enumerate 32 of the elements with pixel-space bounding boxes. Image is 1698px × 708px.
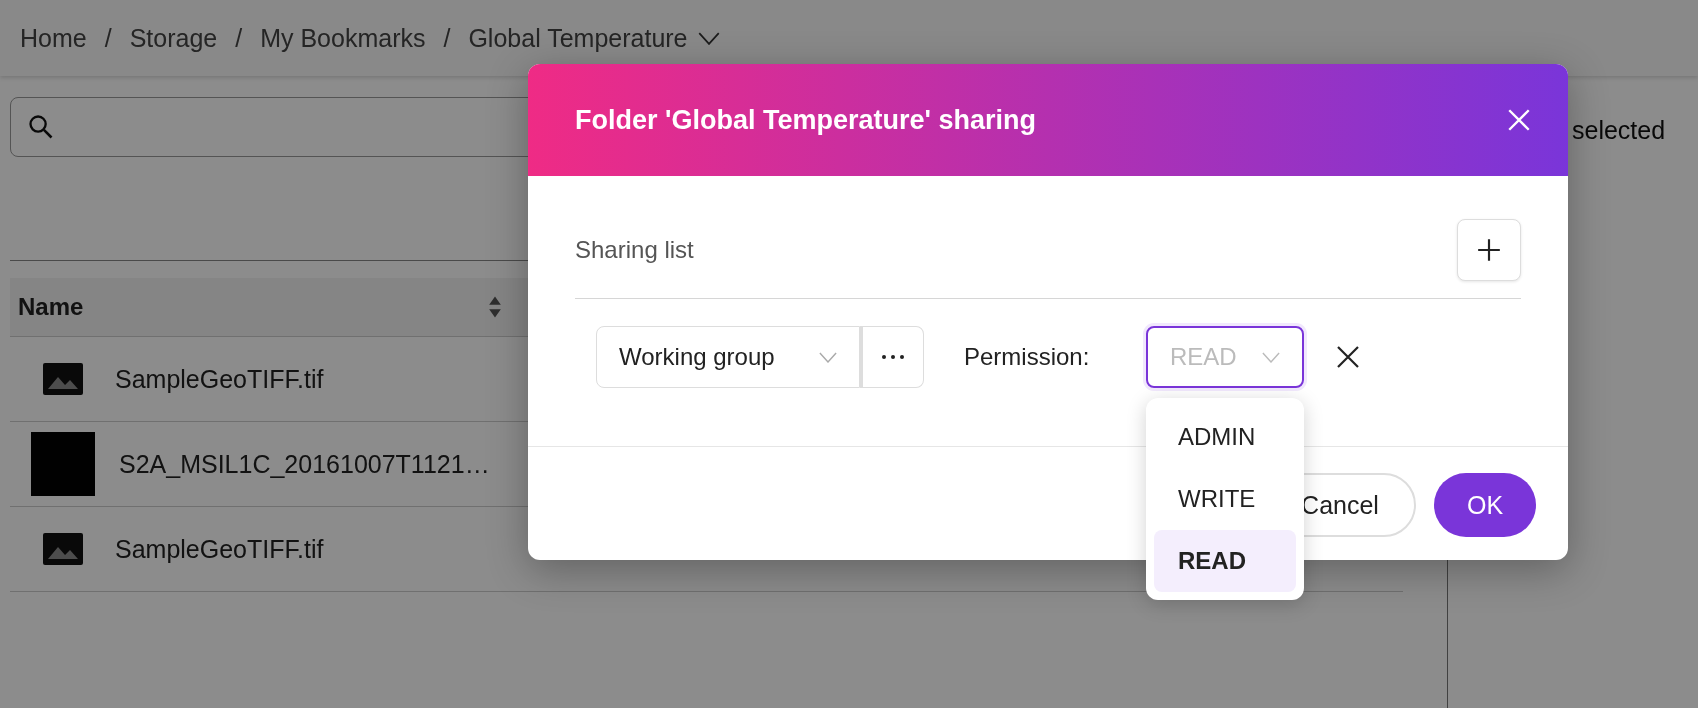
file-name[interactable]: SampleGeoTIFF.tif xyxy=(115,534,324,564)
plus-icon xyxy=(1476,236,1502,263)
breadcrumb-separator: / xyxy=(104,23,112,53)
chevron-down-icon xyxy=(819,351,837,363)
chevron-down-icon[interactable] xyxy=(697,31,720,45)
file-name[interactable]: SampleGeoTIFF.tif xyxy=(115,364,324,394)
search-icon xyxy=(27,113,55,141)
ellipsis-icon xyxy=(881,354,905,360)
permission-label: Permission: xyxy=(964,343,1091,371)
selection-text: selected xyxy=(1572,116,1666,144)
file-name[interactable]: S2A_MSIL1C_20161007T1121… xyxy=(119,449,490,479)
chevron-down-icon xyxy=(1262,351,1280,363)
breadcrumb-link[interactable]: Storage xyxy=(129,23,218,53)
sharing-list-label: Sharing list xyxy=(575,235,694,264)
breadcrumb-link[interactable]: Global Temperature xyxy=(468,23,688,53)
remove-icon[interactable] xyxy=(1336,345,1360,369)
breadcrumb-link[interactable]: Home xyxy=(20,23,87,53)
permission-option[interactable]: READ xyxy=(1154,530,1296,592)
permission-option[interactable]: ADMIN xyxy=(1154,406,1296,468)
breadcrumb-link[interactable]: My Bookmarks xyxy=(260,23,426,53)
photo-placeholder xyxy=(31,432,95,496)
image-icon xyxy=(43,363,83,395)
image-icon xyxy=(43,533,83,565)
close-icon[interactable] xyxy=(1506,107,1532,133)
breadcrumb-separator: / xyxy=(235,23,243,53)
sort-icon[interactable] xyxy=(488,294,502,320)
column-header[interactable]: Name xyxy=(18,293,488,321)
dialog-title: Folder 'Global Temperature' sharing xyxy=(575,104,1036,136)
breadcrumb-separator: / xyxy=(443,23,451,53)
ok-button[interactable]: OK xyxy=(1434,473,1536,537)
group-select[interactable]: Working group xyxy=(596,326,860,388)
add-button[interactable] xyxy=(1457,218,1521,281)
